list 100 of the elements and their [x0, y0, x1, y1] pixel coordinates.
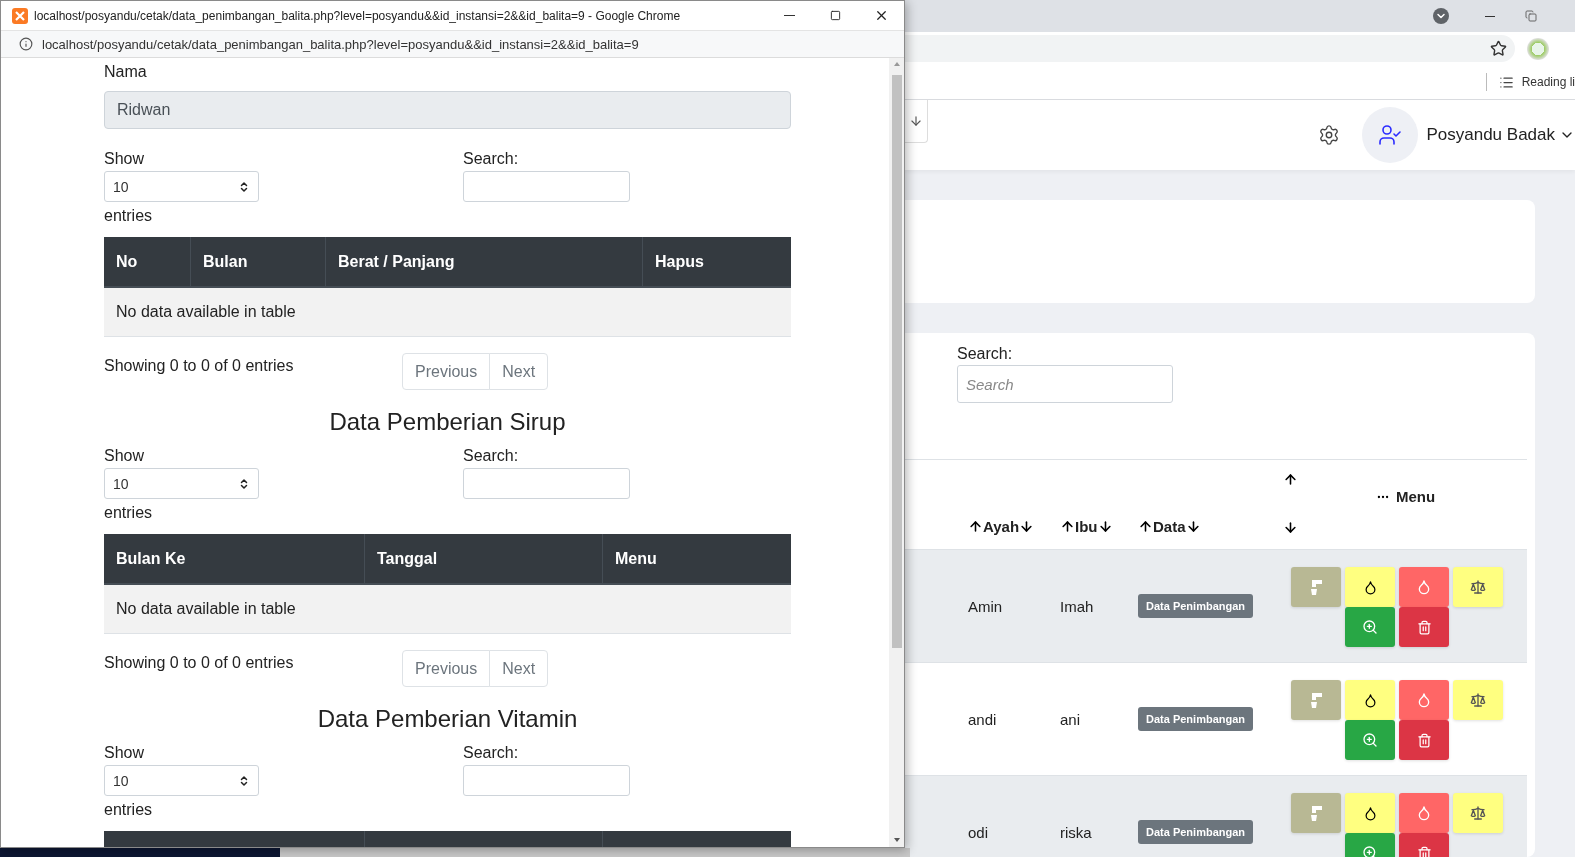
data-button[interactable]: Data Penimbangan [1138, 820, 1254, 844]
section-title: Data Pemberian Vitamin [316, 704, 579, 734]
table-info: Showing 0 to 0 of 0 entries [104, 356, 295, 376]
info-icon[interactable] [19, 37, 33, 51]
search-label: Search: [463, 149, 519, 169]
delete-button[interactable] [1399, 720, 1449, 760]
minimize-icon [1485, 15, 1495, 17]
field-label: Nama [104, 62, 148, 82]
faucet-button[interactable] [1291, 793, 1341, 833]
faucet-icon [1308, 578, 1324, 596]
zoom-button[interactable] [1345, 607, 1395, 647]
column-header[interactable]: Hapus [642, 237, 791, 286]
scale-button[interactable] [1453, 793, 1503, 833]
search-label: Search: [957, 345, 1014, 363]
empty-table-message: No data available in table [104, 585, 791, 633]
sort-down-icon[interactable] [1019, 519, 1035, 534]
column-header[interactable]: Bulan Ke [104, 534, 364, 583]
entries-select[interactable]: 10 [104, 468, 259, 499]
entries-label: entries [104, 206, 153, 226]
trash-icon [1416, 845, 1432, 857]
column-header[interactable]: Menu [602, 534, 791, 583]
reading-list-icon[interactable] [1498, 74, 1514, 90]
drop-button[interactable] [1345, 680, 1395, 720]
drop-button[interactable] [1399, 793, 1449, 833]
drop-icon [1362, 805, 1378, 821]
column-header[interactable]: Berat / Panjang [325, 237, 642, 286]
table-cell-text: ani [1060, 710, 1082, 728]
table-cell-text: riska [1060, 823, 1093, 841]
zoom-in-icon [1362, 845, 1378, 857]
sort-down-icon[interactable] [1097, 519, 1113, 534]
search-label: Search: [463, 743, 519, 763]
dropdown-icon[interactable] [1433, 8, 1449, 24]
delete-button[interactable] [1399, 607, 1449, 647]
data-button[interactable]: Data Penimbangan [1138, 594, 1254, 618]
table-cell-text: andi [968, 710, 998, 728]
show-label: Show [104, 743, 145, 763]
column-header[interactable]: Tanggal [364, 534, 602, 583]
user-name[interactable]: Posyandu Badak [1426, 125, 1555, 145]
column-header[interactable]: No [104, 237, 190, 286]
column-header: Menu [1396, 488, 1436, 505]
sort-up-icon[interactable] [1138, 519, 1153, 534]
table-cell-text: Imah [1060, 597, 1095, 615]
reading-list-label[interactable]: Reading li [1521, 75, 1575, 89]
show-label: Show [104, 149, 145, 169]
entries-label: entries [104, 503, 153, 523]
zoom-in-icon [1362, 732, 1378, 748]
select-arrows-icon [238, 180, 250, 193]
app-logo-icon [12, 7, 28, 24]
table-cell-text: Amin [968, 597, 1004, 615]
drop-icon [1416, 805, 1432, 821]
scrollbar[interactable] [889, 58, 904, 847]
column-header[interactable]: Data [1153, 518, 1186, 535]
empty-table-message: No data available in table [104, 288, 791, 336]
entries-select[interactable]: 10 [104, 765, 259, 796]
address-field[interactable] [905, 35, 1515, 62]
section-title: Data Pemberian Sirup [328, 407, 567, 437]
maximize-icon [829, 10, 841, 21]
entries-select[interactable]: 10 [104, 171, 259, 202]
settings-icon[interactable] [1318, 124, 1341, 146]
drop-button[interactable] [1345, 567, 1395, 607]
profile-avatar[interactable] [1527, 37, 1549, 60]
window-title: localhost/posyandu/cetak/data_penimbangan_balita.php?level=posyandu&&id_instansi=2&&id_balita=9 - Google Chrome [34, 8, 681, 23]
sort-down-icon[interactable] [1283, 520, 1298, 535]
search-field[interactable]: Search [957, 365, 1173, 403]
trash-icon [1416, 619, 1432, 635]
column-header[interactable]: Bulan [190, 237, 325, 286]
zoom-button[interactable] [1345, 720, 1395, 760]
scale-icon [1470, 805, 1486, 821]
sort-up-icon[interactable] [1060, 519, 1075, 534]
trash-icon [1416, 732, 1432, 748]
data-button[interactable]: Data Penimbangan [1138, 707, 1254, 731]
search-field[interactable] [463, 171, 630, 202]
scale-button[interactable] [1453, 567, 1503, 607]
show-label: Show [104, 446, 145, 466]
restore-icon[interactable] [1525, 10, 1537, 22]
drop-button[interactable] [1399, 680, 1449, 720]
search-field[interactable] [463, 765, 630, 796]
column-header[interactable]: Ibu [1075, 518, 1098, 535]
sort-up-icon[interactable] [968, 519, 983, 534]
minimize-icon [783, 15, 795, 16]
column-header[interactable]: Ayah [983, 518, 1020, 535]
table-info: Showing 0 to 0 of 0 entries [104, 653, 295, 673]
entries-label: entries [104, 800, 153, 820]
select-arrows-icon [238, 774, 250, 787]
sort-up-icon[interactable] [1283, 472, 1298, 487]
drop-icon [1362, 692, 1378, 708]
bookmark-star-icon[interactable] [1490, 40, 1507, 57]
drop-icon [1416, 692, 1432, 708]
faucet-button[interactable] [1291, 567, 1341, 607]
drop-button[interactable] [1345, 793, 1395, 833]
search-field[interactable] [463, 468, 630, 499]
drop-icon [1416, 579, 1432, 595]
zoom-in-icon [1362, 619, 1378, 635]
faucet-icon [1308, 804, 1324, 822]
sort-down-icon[interactable] [1185, 519, 1201, 534]
drop-button[interactable] [1399, 567, 1449, 607]
faucet-button[interactable] [1291, 680, 1341, 720]
search-label: Search: [463, 446, 519, 466]
scale-icon [1470, 692, 1486, 708]
scale-button[interactable] [1453, 680, 1503, 720]
